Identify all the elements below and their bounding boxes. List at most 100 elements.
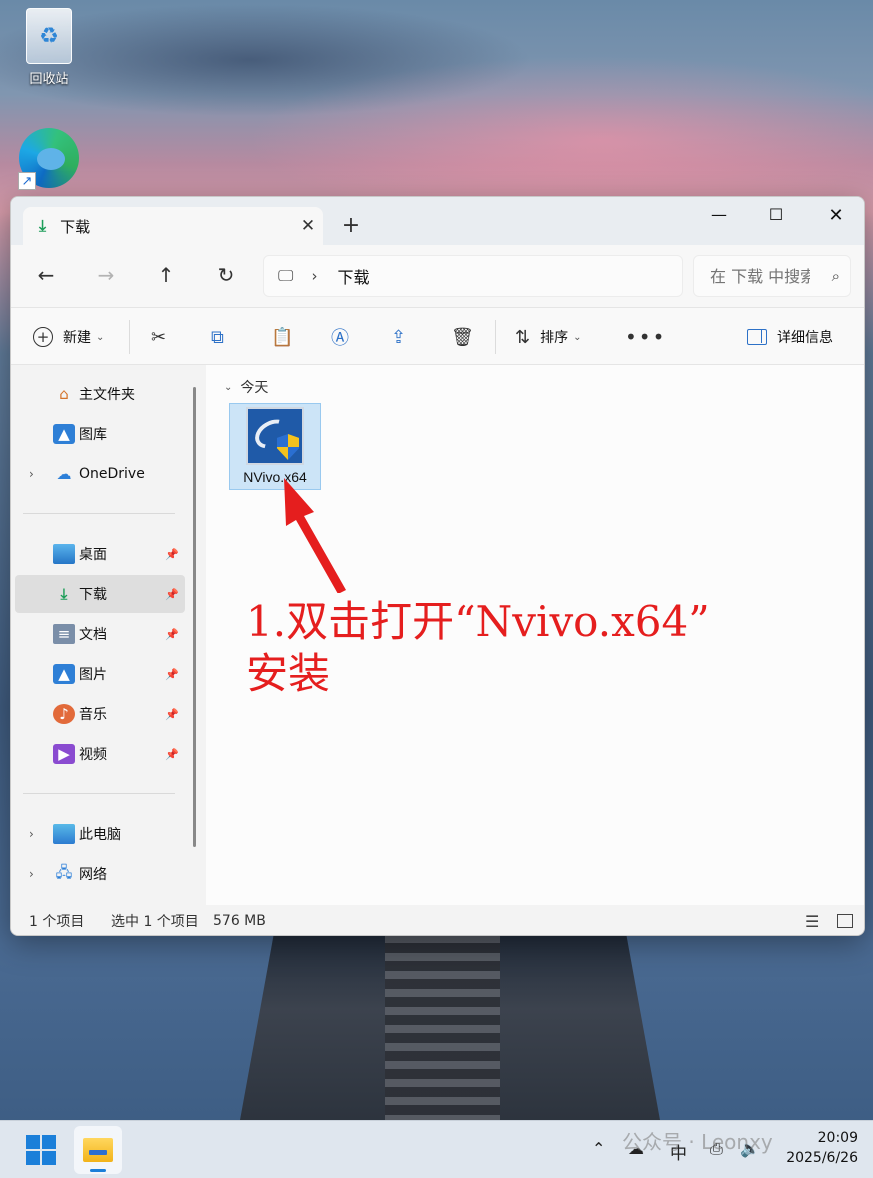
- download-icon: ⤓: [39, 216, 47, 235]
- active-app-indicator: [90, 1169, 106, 1172]
- tiles-view-icon[interactable]: [837, 914, 853, 928]
- sidebar-item-label: 音乐: [79, 707, 107, 723]
- sidebar-item-downloads[interactable]: ⤓ 下载 📌: [15, 575, 185, 613]
- sidebar-item-videos[interactable]: ▶ 视频 📌: [15, 735, 185, 773]
- sidebar-item-label: 视频: [79, 747, 107, 763]
- group-header-today[interactable]: ⌄ 今天: [224, 377, 268, 397]
- sidebar-item-network[interactable]: › 🖧 网络: [15, 855, 185, 893]
- search-box[interactable]: ⌕: [693, 255, 851, 297]
- pin-icon[interactable]: 📌: [165, 548, 179, 561]
- forward-arrow-icon[interactable]: →: [91, 263, 121, 287]
- desktop-icon-edge[interactable]: ↗: [14, 128, 84, 190]
- taskbar-file-explorer[interactable]: [74, 1126, 122, 1174]
- rename-button[interactable]: Ⓐ: [331, 324, 349, 350]
- chevron-down-icon: ⌄: [224, 381, 233, 393]
- sidebar-item-label: 桌面: [79, 547, 107, 563]
- copy-icon: ⧉: [211, 326, 224, 348]
- paste-button[interactable]: 📋: [271, 324, 293, 350]
- sidebar-item-music[interactable]: ♪ 音乐 📌: [15, 695, 185, 733]
- folder-icon: [83, 1138, 113, 1162]
- sidebar-item-documents[interactable]: ≡ 文档 📌: [15, 615, 185, 653]
- pin-icon[interactable]: 📌: [165, 628, 179, 641]
- share-button[interactable]: ⇪: [391, 324, 406, 350]
- search-input[interactable]: [710, 266, 810, 286]
- details-view-icon[interactable]: ☰: [805, 912, 819, 931]
- network-icon: 🖧: [55, 862, 73, 881]
- annotation-text: 1.双击打开“Nvivo.x64” 安装: [246, 596, 826, 700]
- uac-shield-icon: [277, 434, 299, 460]
- desktop-icon-recycle-bin[interactable]: ♻ 回收站: [14, 8, 84, 87]
- annotation-line-1: 1.双击打开“Nvivo.x64”: [246, 597, 710, 646]
- pin-icon[interactable]: 📌: [165, 708, 179, 721]
- music-icon: ♪: [53, 704, 75, 724]
- cloud-icon: ☁: [56, 465, 72, 483]
- sidebar-item-label: 图片: [79, 667, 107, 683]
- file-item-nvivo[interactable]: NVivo.x64: [229, 403, 321, 490]
- delete-button[interactable]: 🗑: [451, 324, 474, 350]
- cut-button[interactable]: ✂: [151, 324, 166, 350]
- clock-date: 2025/6/26: [786, 1150, 858, 1166]
- new-label: 新建: [63, 330, 91, 346]
- status-selected-size: 576 MB: [213, 913, 266, 929]
- sidebar-item-this-pc[interactable]: › 此电脑: [15, 815, 185, 853]
- gallery-icon: ▲: [53, 424, 75, 444]
- chevron-down-icon: ⌄: [573, 331, 582, 343]
- up-arrow-icon[interactable]: ↑: [151, 263, 181, 287]
- sidebar-item-gallery[interactable]: ▲ 图库: [15, 415, 185, 453]
- details-label: 详细信息: [777, 330, 833, 346]
- pin-icon[interactable]: 📌: [165, 588, 179, 601]
- title-bar: ⤓ 下载 ✕ + — ☐ ✕: [11, 197, 864, 245]
- toolbar-divider: [495, 320, 496, 354]
- sidebar-item-label: 下载: [79, 587, 107, 603]
- status-selected-count: 选中 1 个项目: [111, 914, 199, 930]
- copy-button[interactable]: ⧉: [211, 324, 224, 350]
- sidebar-item-pictures[interactable]: ▲ 图片 📌: [15, 655, 185, 693]
- chevron-right-icon[interactable]: ›: [29, 467, 34, 481]
- close-button[interactable]: ✕: [816, 205, 856, 226]
- pin-icon[interactable]: 📌: [165, 668, 179, 681]
- more-options-icon[interactable]: •••: [625, 324, 666, 350]
- pin-icon[interactable]: 📌: [165, 748, 179, 761]
- breadcrumb-downloads[interactable]: 下载: [337, 264, 369, 288]
- chevron-right-icon[interactable]: ›: [311, 267, 317, 285]
- sort-label: 排序: [540, 330, 569, 346]
- refresh-icon[interactable]: ↻: [211, 263, 241, 287]
- clock-time: 20:09: [817, 1130, 858, 1146]
- download-icon: ⤓: [60, 585, 68, 603]
- windows-start-icon[interactable]: [26, 1135, 56, 1165]
- new-button[interactable]: + 新建 ⌄: [33, 324, 104, 350]
- tab-close-icon[interactable]: ✕: [293, 216, 323, 236]
- group-label: 今天: [240, 380, 269, 396]
- sidebar-item-label: 网络: [79, 867, 107, 883]
- plus-circle-icon: +: [33, 327, 53, 347]
- desktop-icon: [53, 544, 75, 564]
- sidebar-item-onedrive[interactable]: › ☁ OneDrive: [15, 455, 185, 493]
- chevron-up-icon[interactable]: ⌃: [592, 1139, 605, 1158]
- address-bar[interactable]: 🖵 › 下载: [263, 255, 683, 297]
- status-bar: 1 个项目 选中 1 个项目 576 MB ☰: [11, 905, 864, 935]
- maximize-button[interactable]: ☐: [756, 205, 796, 224]
- chevron-right-icon[interactable]: ›: [29, 827, 34, 841]
- shortcut-arrow-icon: ↗: [18, 172, 36, 190]
- wallpaper-stairs: [385, 935, 500, 1120]
- minimize-button[interactable]: —: [699, 205, 739, 224]
- sidebar-item-label: 图库: [79, 427, 107, 443]
- sidebar-scrollbar[interactable]: [193, 387, 196, 847]
- back-arrow-icon[interactable]: ←: [31, 263, 61, 287]
- trash-icon: 🗑: [451, 326, 474, 348]
- chevron-right-icon[interactable]: ›: [29, 867, 34, 881]
- details-pane-icon: [747, 329, 767, 345]
- sort-button[interactable]: ⇅ 排序 ⌄: [515, 324, 581, 350]
- search-icon: ⌕: [831, 267, 840, 285]
- details-pane-button[interactable]: 详细信息: [747, 324, 833, 350]
- new-tab-button[interactable]: +: [339, 213, 363, 238]
- sidebar-item-label: 此电脑: [79, 827, 121, 843]
- taskbar-clock[interactable]: 20:09 2025/6/26: [770, 1128, 858, 1168]
- sidebar-item-home[interactable]: ⌂ 主文件夹: [15, 375, 185, 413]
- picture-icon: ▲: [53, 664, 75, 684]
- home-icon: ⌂: [59, 385, 69, 403]
- watermark: 公众号 · Leonxy: [622, 1130, 773, 1154]
- annotation-line-2: 安装: [246, 649, 331, 698]
- sidebar-item-desktop[interactable]: 桌面 📌: [15, 535, 185, 573]
- tab-downloads[interactable]: ⤓ 下载 ✕: [23, 207, 323, 245]
